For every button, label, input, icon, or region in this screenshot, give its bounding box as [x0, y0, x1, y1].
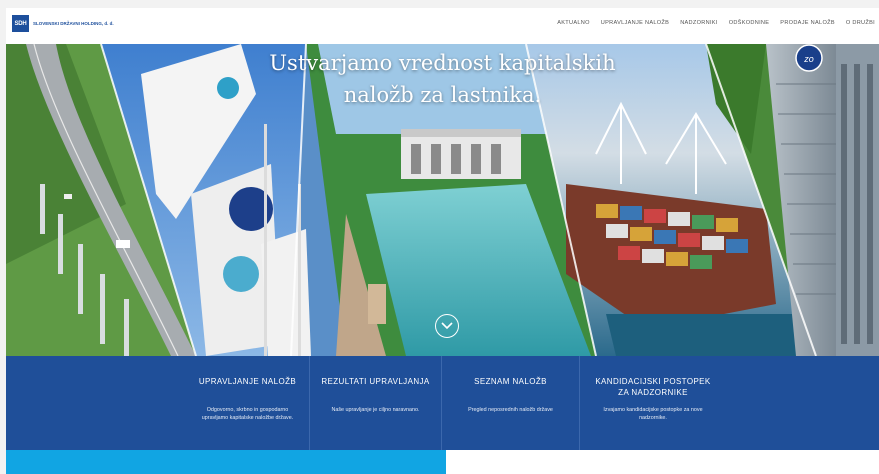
card-description: Pregled neposrednih naložb države	[468, 407, 553, 413]
card-title: UPRAVLJANJE NALOŽB	[198, 377, 297, 386]
card-title-line2: ZA NADZORNIKE	[618, 388, 688, 397]
nav-item-prodaje-nalozb[interactable]: PRODAJE NALOŽB	[780, 20, 835, 26]
nav-item-o-druzbi[interactable]: O DRUŽBI	[846, 20, 875, 26]
card-title: REZULTATI UPRAVLJANJA	[321, 377, 430, 386]
bottom-strip-accent	[6, 450, 446, 474]
card-upravljanje-nalozb[interactable]: UPRAVLJANJE NALOŽB Odgovorno, skrbno in …	[186, 356, 310, 450]
logo-name: SLOVENSKI DRŽAVNI HOLDING, d. d.	[33, 21, 114, 26]
card-title: KANDIDACIJSKI POSTOPEK	[595, 377, 711, 386]
nav-item-aktualno[interactable]: AKTUALNO	[557, 20, 590, 26]
site-logo[interactable]: SDH SLOVENSKI DRŽAVNI HOLDING, d. d.	[12, 15, 114, 32]
site-header: SDH SLOVENSKI DRŽAVNI HOLDING, d. d. AKT…	[6, 8, 879, 44]
nav-item-upravljanje-nalozb[interactable]: UPRAVLJANJE NALOŽB	[601, 20, 669, 26]
bottom-strip-white	[446, 450, 879, 474]
card-rezultati-upravljanja[interactable]: REZULTATI UPRAVLJANJA Naše upravljanje j…	[310, 356, 442, 450]
main-nav: AKTUALNO UPRAVLJANJE NALOŽB NADZORNIKI O…	[557, 20, 875, 26]
hero-banner: zo Ustvarjamo vrednost kapitalskih nalož…	[6, 44, 879, 356]
card-kandidacijski-postopek[interactable]: KANDIDACIJSKI POSTOPEK ZA NADZORNIKE Izv…	[580, 356, 726, 450]
logo-mark: SDH	[12, 15, 29, 32]
page: SDH SLOVENSKI DRŽAVNI HOLDING, d. d. AKT…	[6, 8, 879, 474]
nav-item-nadzorniki[interactable]: NADZORNIKI	[680, 20, 718, 26]
card-description: Odgovorno, skrbno in gospodarno upravlja…	[201, 407, 294, 421]
hero-title-line2: naložb za lastnika.	[343, 83, 542, 107]
nav-item-odskodnine[interactable]: ODŠKODNINE	[729, 20, 770, 26]
chevron-down-circle-icon[interactable]	[435, 314, 459, 338]
hero-title-line1: Ustvarjamo vrednost kapitalskih	[269, 51, 616, 75]
card-description: Izvajamo kandidacijske postopke za nove …	[603, 407, 703, 421]
card-seznam-nalozb[interactable]: SEZNAM NALOŽB Pregled neposrednih naložb…	[442, 356, 580, 450]
feature-cards: UPRAVLJANJE NALOŽB Odgovorno, skrbno in …	[6, 356, 879, 450]
card-title: SEZNAM NALOŽB	[474, 377, 547, 386]
card-description: Naše upravljanje je ciljno naravnano.	[331, 407, 420, 413]
